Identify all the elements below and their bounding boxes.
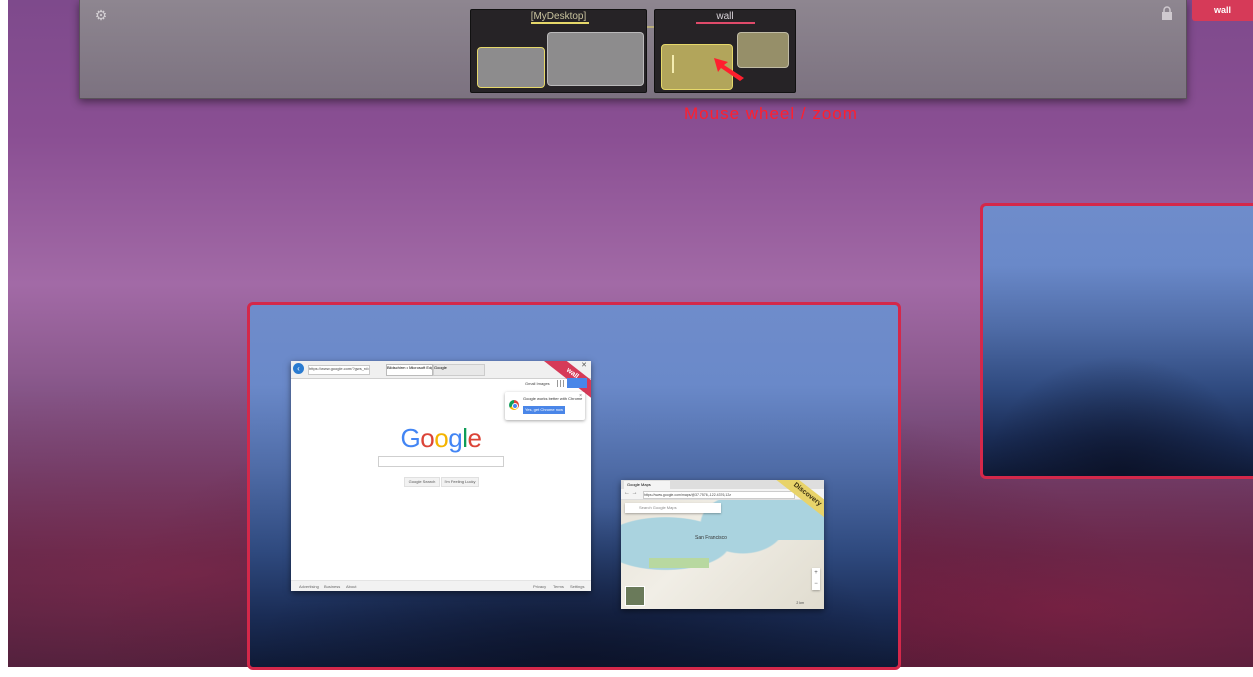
footer-link[interactable]: Advertising (299, 584, 319, 589)
desktop-overview-bar: ⚙ [MyDesktop] wall (79, 0, 1187, 99)
desktop-title: [MyDesktop] (530, 11, 587, 22)
address-bar[interactable]: https://www.google.com/?gws_rd=ssl (308, 365, 370, 375)
desktop-frame-wall[interactable]: ‹ https://www.google.com/?gws_rd=ssl Bil… (247, 302, 901, 670)
close-icon[interactable]: × (579, 393, 582, 399)
active-desktop-tab[interactable]: wall (1192, 0, 1253, 21)
zoom-control[interactable]: + − (812, 568, 820, 590)
chrome-promo-message: Google works better with Chrome (523, 396, 583, 401)
sign-in-button[interactable] (567, 378, 587, 388)
frame-shading (983, 354, 1253, 476)
maps-search-input[interactable]: Search Google Maps (625, 503, 721, 513)
map-city-label: San Francisco (695, 535, 727, 541)
footer-link[interactable]: Business (324, 584, 340, 589)
desktop-title: wall (716, 11, 734, 22)
pointer-arrow-icon (714, 58, 744, 81)
left-border (0, 0, 8, 677)
map-park (649, 558, 709, 568)
nav-arrows-icon[interactable]: ← → (624, 490, 638, 496)
mini-window[interactable] (547, 32, 644, 86)
browser-window-google[interactable]: ‹ https://www.google.com/?gws_rd=ssl Bil… (291, 361, 591, 591)
zoom-hint-label: Mouse wheel / zoom (684, 104, 858, 123)
mini-window[interactable] (477, 47, 545, 88)
map-canvas[interactable]: Search Google Maps San Francisco + − 2 km (621, 500, 824, 609)
close-icon[interactable]: ✕ (581, 361, 587, 369)
browser-window-maps[interactable]: Google Maps ← → https://www.google.com/m… (621, 480, 824, 609)
google-search-input[interactable] (378, 456, 504, 467)
browser-tab[interactable]: Google (433, 364, 485, 376)
satellite-toggle[interactable] (625, 586, 645, 606)
map-scale: 2 km (796, 601, 804, 605)
get-chrome-button[interactable]: Yes, get Chrome now (523, 406, 565, 414)
google-header-links[interactable]: Gmail Images (525, 381, 550, 386)
mini-window-detail (672, 55, 674, 73)
browser-tab[interactable]: Google Maps (624, 481, 670, 489)
chrome-logo-icon (509, 400, 519, 410)
footer-link[interactable]: About (346, 584, 356, 589)
feeling-lucky-button[interactable]: I'm Feeling Lucky (441, 477, 479, 487)
desktop-thumbnail-mydesktop[interactable]: [MyDesktop] (470, 9, 647, 93)
chrome-promo-popup: Google works better with Chrome Yes, get… (505, 392, 585, 420)
browser-toolbar: ‹ https://www.google.com/?gws_rd=ssl Bil… (291, 361, 591, 379)
browser-tab[interactable]: Bildschirm • Microsoft Edge (386, 364, 433, 376)
footer-link[interactable]: Settings (570, 584, 584, 589)
lock-icon[interactable] (1160, 6, 1174, 22)
google-search-button[interactable]: Google Search (404, 477, 440, 487)
footer-link[interactable]: Privacy (533, 584, 546, 589)
back-icon[interactable]: ‹ (293, 363, 304, 374)
desktop-frame-secondary[interactable] (980, 203, 1253, 479)
address-bar[interactable]: https://www.google.com/maps/@37.7576,-12… (643, 491, 795, 499)
google-footer: Advertising Business About Privacy Terms… (291, 580, 591, 591)
google-logo: Google (400, 423, 482, 453)
desktop-underline (696, 22, 755, 24)
desktop-underline (531, 22, 589, 24)
footer-link[interactable]: Terms (553, 584, 564, 589)
apps-grid-icon[interactable] (557, 380, 564, 387)
